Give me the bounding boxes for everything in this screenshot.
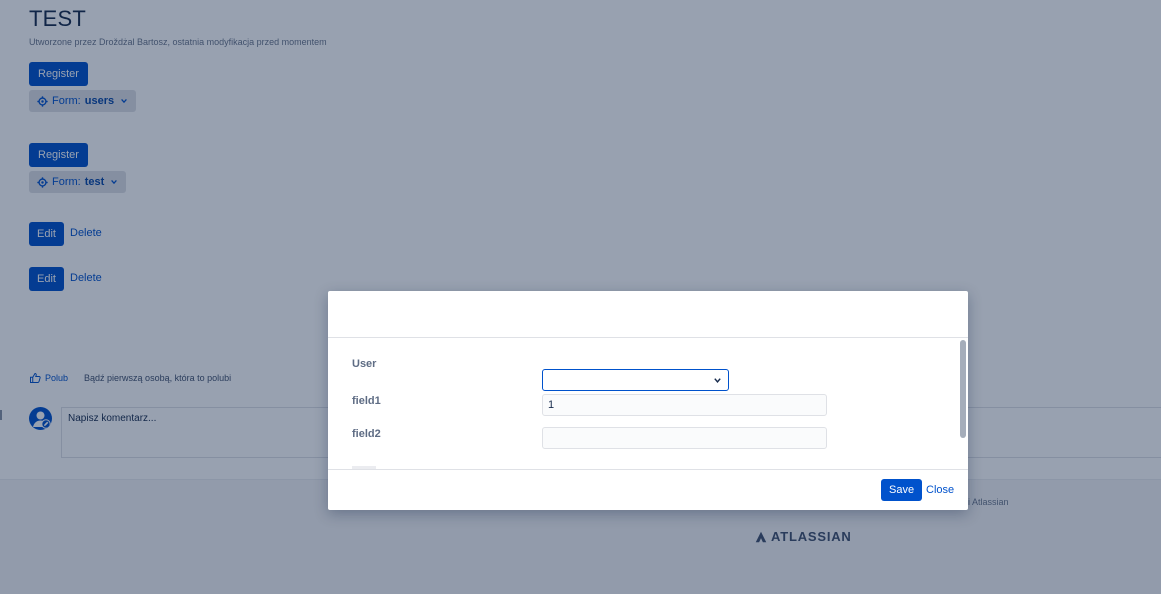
dialog-scrollbar[interactable] xyxy=(959,338,968,469)
dialog-footer: Save Close xyxy=(328,469,968,510)
chevron-down-icon xyxy=(714,377,721,383)
form-dialog: User field1 field2 Save Close xyxy=(328,291,968,510)
scrollbar-thumb[interactable] xyxy=(960,340,966,438)
save-button[interactable]: Save xyxy=(881,479,923,501)
user-field-label: User xyxy=(352,358,377,370)
close-link[interactable]: Close xyxy=(926,484,954,496)
field2-input[interactable] xyxy=(542,427,827,449)
field1-label: field1 xyxy=(352,395,381,407)
field2-label: field2 xyxy=(352,428,381,440)
dialog-header xyxy=(328,291,968,338)
user-select[interactable] xyxy=(542,369,729,391)
dialog-body: User field1 field2 xyxy=(328,338,968,469)
field1-input[interactable] xyxy=(542,394,827,416)
